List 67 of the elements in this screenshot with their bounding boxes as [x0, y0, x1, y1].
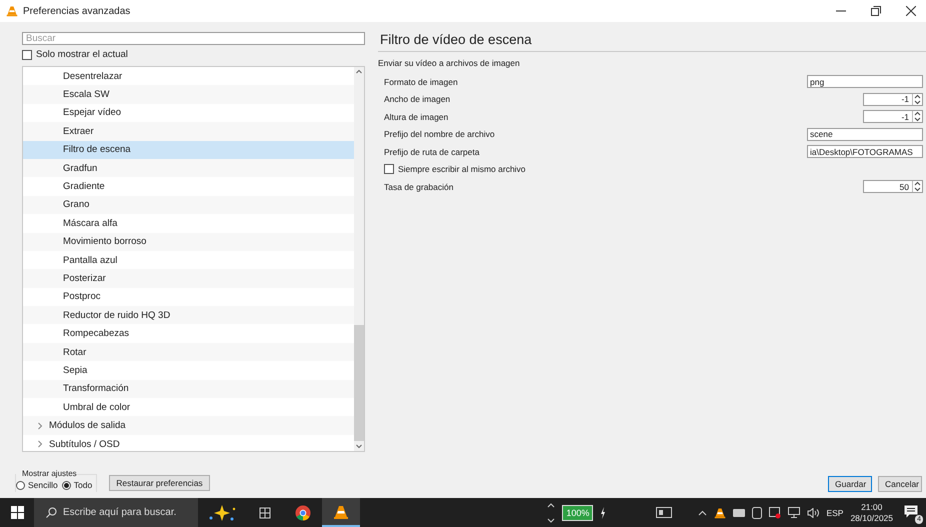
reset-button[interactable]: Restaurar preferencias — [109, 475, 210, 491]
spin-box[interactable]: -1 — [863, 92, 923, 106]
radio-label: Sencillo — [28, 480, 58, 490]
setting-label: Prefijo del nombre de archivo — [384, 129, 496, 140]
cone-icon — [333, 504, 349, 520]
taskbar-search-field[interactable]: Escribe aquí para buscar. — [34, 498, 198, 527]
group-title: Mostrar ajustes — [16, 469, 77, 478]
setting-label: Ancho de imagen — [384, 94, 452, 104]
close-icon[interactable] — [906, 6, 916, 16]
tree-item[interactable]: Transformación — [23, 380, 354, 398]
tree-item[interactable]: Gradfun — [23, 158, 354, 178]
tree-item[interactable]: Subtítulos / OSD — [49, 438, 120, 450]
tree-item[interactable]: Movimiento borroso — [23, 232, 354, 251]
checkbox-label: Siempre escribir al mismo archivo — [398, 164, 527, 174]
app-icon — [6, 5, 18, 17]
tree-item[interactable]: Gradiente — [23, 177, 354, 196]
language-indicator[interactable]: ESP — [826, 508, 844, 518]
radio-button[interactable] — [62, 480, 71, 490]
tree-item[interactable]: Rompecabezas — [23, 324, 354, 343]
setting-label: Formato de imagen — [384, 76, 459, 87]
charging-icon — [600, 506, 606, 518]
panel-title: Filtro de vídeo de escena — [378, 30, 926, 52]
taskbar-app-button[interactable] — [322, 498, 360, 527]
restore-icon[interactable] — [871, 6, 881, 16]
tree-item[interactable]: Máscara alfa — [23, 214, 354, 233]
tree-item[interactable]: Pantalla azul — [23, 250, 354, 270]
text-field[interactable]: png — [807, 75, 923, 88]
tree-item[interactable]: Postproc — [23, 288, 354, 306]
radio-label: Todo — [74, 480, 92, 490]
tree-item[interactable]: Módulos de salida — [49, 420, 126, 432]
volume-icon[interactable] — [807, 508, 820, 518]
radio-button[interactable] — [16, 480, 25, 490]
setting-label: Tasa de grabación — [384, 182, 454, 192]
tree-item[interactable]: Escala SW — [23, 85, 354, 104]
checkbox[interactable] — [22, 50, 32, 60]
network-icon[interactable] — [788, 507, 800, 518]
save-button[interactable]: Guardar — [828, 476, 872, 492]
tree-item[interactable]: Sepia — [23, 361, 354, 380]
text-field[interactable]: ia\Desktop\FOTOGRAMAS — [807, 145, 923, 158]
tree-item[interactable]: Filtro de escena — [23, 140, 354, 159]
setting-label: Prefijo de ruta de carpeta — [384, 146, 480, 157]
cone-tray-icon — [714, 506, 726, 518]
cancel-button[interactable]: Cancelar — [878, 476, 922, 492]
window-icon[interactable] — [656, 507, 672, 518]
scrollbar-thumb[interactable] — [354, 324, 364, 441]
tree-item[interactable]: Espejar vídeo — [23, 104, 354, 122]
window-title: Preferencias avanzadas — [23, 6, 132, 16]
setting-label: Altura de imagen — [384, 112, 450, 122]
search-icon — [46, 507, 57, 518]
text-field[interactable]: scene — [807, 128, 923, 141]
recording-icon[interactable] — [769, 506, 782, 518]
taskbar-clock[interactable]: 21:00 28/10/2025 — [850, 502, 893, 524]
checkbox[interactable] — [384, 164, 394, 174]
tree-item[interactable]: Umbral de color — [23, 398, 354, 416]
tree-item[interactable]: Reductor de ruido HQ 3D — [23, 306, 354, 324]
spin-box[interactable]: 50 — [863, 180, 923, 194]
tree-item[interactable]: Posterizar — [23, 269, 354, 288]
spin-box[interactable]: -1 — [863, 110, 923, 124]
search-field[interactable]: Buscar — [22, 32, 365, 46]
tree-item[interactable]: Extraer — [23, 122, 354, 141]
tree-item[interactable]: Grano — [23, 196, 354, 214]
panel-description: Enviar su vídeo a archivos de imagen — [378, 58, 521, 68]
tree-item[interactable]: Desentrelazar — [23, 67, 354, 86]
chevron-icon[interactable] — [547, 500, 556, 524]
tree-item[interactable]: Rotar — [23, 342, 354, 362]
chevron-up-icon[interactable] — [698, 510, 708, 516]
checkbox-label: Solo mostrar el actual — [36, 49, 128, 60]
